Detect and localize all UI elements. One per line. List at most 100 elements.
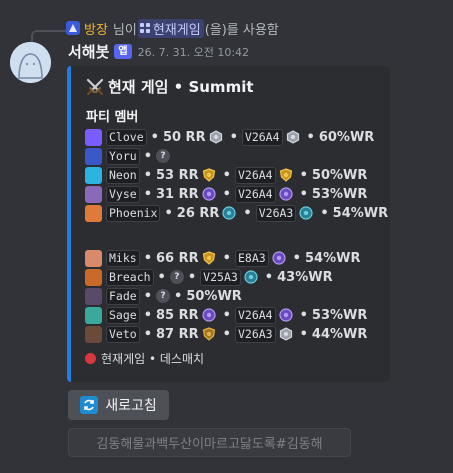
gold-rank-icon xyxy=(279,168,292,182)
game-status: 현재게임 • 데스매치 xyxy=(85,350,204,367)
plat-rank-icon xyxy=(272,251,286,265)
player-rr: 53 RR xyxy=(156,167,199,183)
embed-field-name: 파티 멤버 xyxy=(86,110,139,125)
separator-dot: • xyxy=(143,307,153,323)
separator-dot: • xyxy=(306,129,315,145)
game-embed: 현재 게임 • Summit 파티 멤버 Clove • 50 RR • V26A4 • 6… xyxy=(67,66,390,382)
separator-dot: • xyxy=(222,186,231,202)
silver-rank-icon xyxy=(286,130,299,144)
role-avatar-icon xyxy=(66,21,80,35)
separator-dot: • xyxy=(320,205,329,221)
separator-dot: • xyxy=(299,326,308,342)
agent-portrait-icon xyxy=(85,185,102,203)
player-rr: 66 RR xyxy=(156,250,199,266)
player-agent-name: Fade xyxy=(106,287,140,305)
player-agent-name: Phoenix xyxy=(106,204,161,222)
reply-role-name[interactable]: 방장 xyxy=(84,19,108,38)
command-mention[interactable]: 현재게임 xyxy=(137,18,204,38)
party-member-row: Sage • 85 RR • V26A4 • 53%WR xyxy=(85,305,367,325)
party-member-row: Veto • 87 RR • V26A3 • 44%WR xyxy=(85,324,367,344)
player-agent-name: Clove xyxy=(106,128,147,146)
season-code: E8A3 xyxy=(234,249,269,267)
season-code: V26A4 xyxy=(234,185,276,203)
bot-avatar[interactable] xyxy=(10,42,51,83)
agent-portrait-icon xyxy=(85,166,102,184)
season-code: V26A4 xyxy=(234,166,276,184)
player-winrate: 60%WR xyxy=(318,129,375,145)
gold-rank-icon xyxy=(202,168,215,182)
separator-dot: • xyxy=(222,167,231,183)
embed-title: 현재 게임 • Summit xyxy=(86,76,254,97)
player-winrate: 43%WR xyxy=(277,269,333,285)
season-code: V26A3 xyxy=(234,325,276,343)
gold_shield-rank-icon xyxy=(202,327,215,341)
status-text: 현재게임 • 데스매치 xyxy=(101,352,205,366)
separator-dot: • xyxy=(150,129,159,145)
season-code: V26A4 xyxy=(234,306,276,324)
player-name-button[interactable]: 김동해물과백두산이마르고닳도록#김동해 xyxy=(68,428,351,457)
party-member-row: Yoru •? xyxy=(85,146,171,166)
player-winrate: 54%WR xyxy=(332,205,389,221)
separator-dot: • xyxy=(143,186,153,202)
separator-dot: • xyxy=(143,326,153,342)
diamond-rank-icon xyxy=(244,270,258,284)
plat-rank-icon xyxy=(202,187,216,201)
separator-dot: • xyxy=(143,167,153,183)
separator-dot: • xyxy=(299,307,308,323)
separator-dot: • xyxy=(264,269,274,285)
crossed-swords-icon xyxy=(86,78,104,95)
party-member-row: Phoenix • 26 RR • V26A3 • 54%WR xyxy=(85,203,388,223)
separator-dot: • xyxy=(174,288,183,304)
party-member-row: Neon • 53 RR • V26A4 • 50%WR xyxy=(85,165,367,185)
separator-dot: • xyxy=(143,288,153,304)
timestamp: 26. 7. 31. 오전 10:42 xyxy=(137,45,250,59)
silver-rank-icon xyxy=(209,130,222,144)
agent-portrait-icon xyxy=(85,147,102,165)
reply-reference[interactable]: 방장 님이 현재게임 (을)를 사용함 xyxy=(66,18,279,38)
status-dot-icon xyxy=(85,353,96,364)
season-code: V26A3 xyxy=(255,204,297,222)
separator-dot: • xyxy=(187,269,197,285)
season-code: V26A4 xyxy=(241,128,283,146)
player-rr: 31 RR xyxy=(156,186,199,202)
agent-portrait-icon xyxy=(85,325,102,343)
player-winrate: 44%WR xyxy=(311,326,368,342)
diamond-rank-icon xyxy=(222,206,237,220)
agent-portrait-icon xyxy=(85,204,102,222)
separator-dot: • xyxy=(222,326,231,342)
player-winrate: 50%WR xyxy=(311,167,368,183)
app-tag: 앱 xyxy=(114,44,132,59)
player-agent-name: Vyse xyxy=(106,185,140,203)
agent-portrait-icon xyxy=(85,306,102,324)
username[interactable]: 서해봇 xyxy=(68,41,109,62)
unknown-rank-icon: ? xyxy=(156,149,171,163)
separator-dot: • xyxy=(143,148,153,164)
player-winrate: 50%WR xyxy=(186,288,242,304)
player-agent-name: Breach xyxy=(106,268,154,286)
separator-dot: • xyxy=(229,129,238,145)
command-name: 현재게임 xyxy=(152,22,201,38)
separator-dot: • xyxy=(299,167,308,183)
player-winrate: 53%WR xyxy=(311,186,368,202)
party-member-row: Vyse • 31 RR • V26A4 • 53%WR xyxy=(85,184,367,204)
refresh-button[interactable]: 새로고침 xyxy=(68,390,169,420)
unknown-rank-icon: ? xyxy=(169,270,184,284)
player-rr: 26 RR xyxy=(176,205,220,221)
player-agent-name: Sage xyxy=(106,306,140,324)
season-code: V25A3 xyxy=(200,268,241,286)
plat-rank-icon xyxy=(278,187,293,201)
refresh-label: 새로고침 xyxy=(105,398,157,414)
player-rr: 85 RR xyxy=(156,307,199,323)
player-name-label: 김동해물과백두산이마르고닳도록#김동해 xyxy=(96,437,323,452)
silver-rank-icon xyxy=(279,327,292,341)
player-rr: 87 RR xyxy=(156,326,199,342)
player-agent-name: Miks xyxy=(106,249,140,267)
agent-portrait-icon xyxy=(85,268,102,286)
player-agent-name: Veto xyxy=(106,325,140,343)
party-member-row: Breach •? • V25A3 • 43%WR xyxy=(85,267,333,287)
plat-rank-icon xyxy=(202,308,216,322)
separator-dot: • xyxy=(243,205,252,221)
separator-dot: • xyxy=(222,250,231,266)
plat-rank-icon xyxy=(278,308,293,322)
reply-suffix: (을)를 사용함 xyxy=(204,22,279,38)
